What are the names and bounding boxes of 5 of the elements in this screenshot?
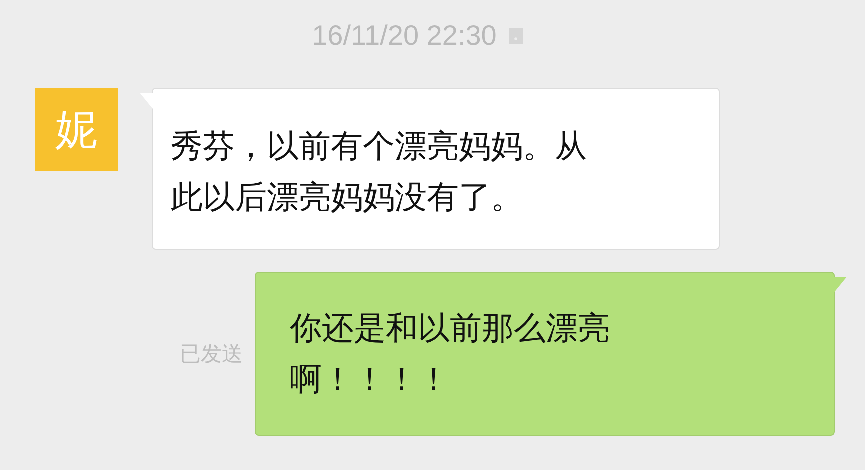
message-text: 你还是和以前那么漂亮	[290, 308, 611, 349]
message-text: 此以后漂亮妈妈没有了。	[171, 177, 524, 218]
message-text: 秀芬，以前有个漂亮妈妈。从	[171, 126, 588, 167]
message-text: 啊！！！！	[290, 359, 451, 400]
contact-avatar[interactable]: 妮	[35, 88, 118, 171]
